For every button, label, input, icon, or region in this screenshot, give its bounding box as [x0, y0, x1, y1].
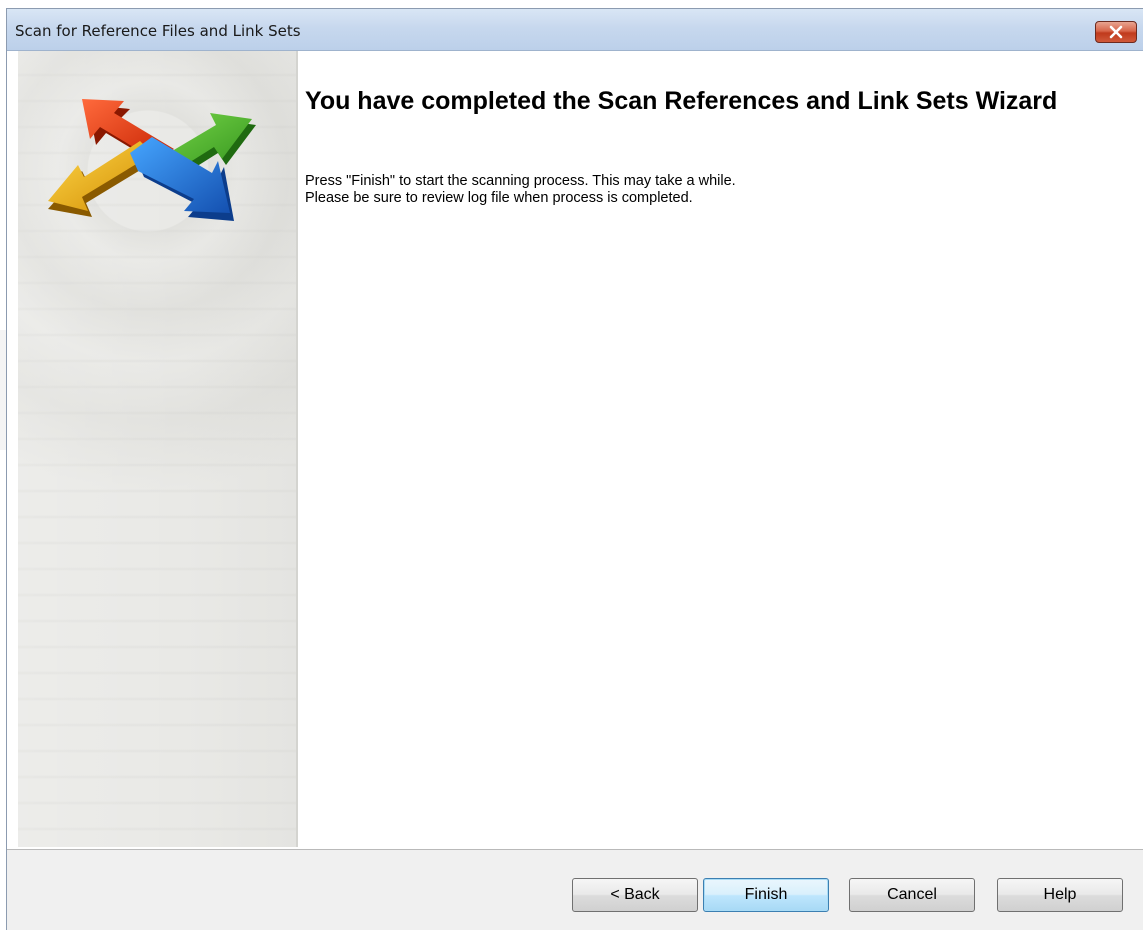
wizard-sidebar-banner [18, 51, 298, 847]
back-button[interactable]: < Back [572, 878, 698, 912]
four-arrows-logo-icon [48, 99, 256, 221]
title-bar[interactable]: Scan for Reference Files and Link Sets [7, 9, 1143, 51]
instructions-line-2: Please be sure to review log file when p… [305, 190, 693, 206]
finish-button[interactable]: Finish [703, 878, 829, 912]
instructions-line-1: Press "Finish" to start the scanning pro… [305, 173, 736, 189]
window-title: Scan for Reference Files and Link Sets [15, 22, 301, 40]
button-bar: < Back Finish Cancel Help [7, 849, 1143, 930]
help-button[interactable]: Help [997, 878, 1123, 912]
close-button[interactable] [1095, 21, 1137, 43]
page-title: You have completed the Scan References a… [305, 87, 1058, 115]
wizard-dialog: Scan for Reference Files and Link Sets Y… [6, 8, 1143, 930]
instructions-text: Press "Finish" to start the scanning pro… [305, 173, 736, 207]
cancel-button[interactable]: Cancel [849, 878, 975, 912]
wizard-content: You have completed the Scan References a… [305, 51, 1143, 847]
close-icon [1109, 25, 1123, 39]
